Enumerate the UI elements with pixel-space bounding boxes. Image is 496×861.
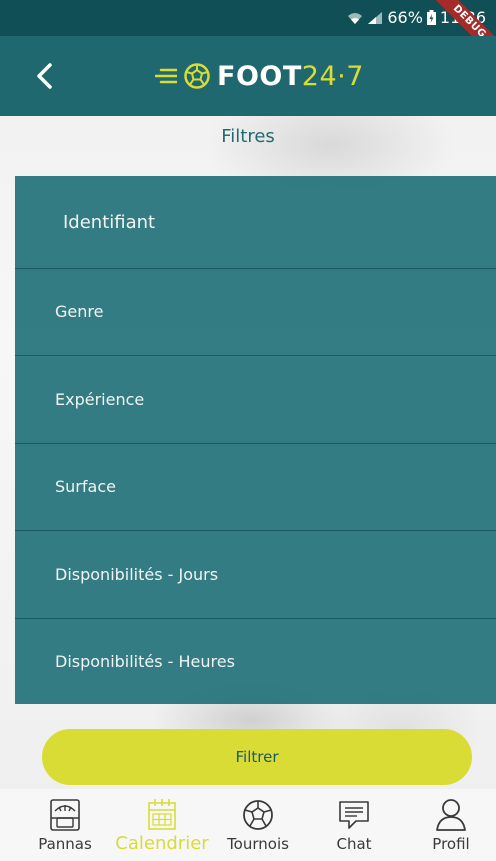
nav-item-calendrier[interactable]: Calendrier	[112, 789, 212, 861]
filter-submit-button[interactable]: Filtrer	[42, 729, 472, 785]
filter-item-identifiant[interactable]: Identifiant	[15, 176, 496, 269]
nav-label: Calendrier	[115, 833, 209, 854]
speed-lines-icon	[155, 68, 177, 84]
person-icon	[436, 799, 466, 831]
filter-item-jours[interactable]: Disponibilités - Jours	[15, 531, 496, 619]
filter-label: Surface	[55, 477, 116, 496]
filter-list: Identifiant Genre Expérience Surface Dis…	[15, 176, 496, 704]
filter-label: Genre	[55, 302, 104, 321]
bottom-nav: Pannas Calendrier Tournois Chat Profil	[0, 789, 496, 861]
nav-label: Profil	[432, 835, 470, 853]
filter-label: Expérience	[55, 390, 145, 409]
app-logo: FOOT24·7	[155, 58, 364, 94]
filter-label: Disponibilités - Heures	[55, 652, 235, 671]
status-bar: 66% 11:36 DEBUG	[0, 0, 496, 67]
soccer-ball-icon	[243, 800, 273, 830]
page-title: Filtres	[221, 126, 275, 147]
logo-ball-icon	[184, 63, 210, 89]
nav-item-chat[interactable]: Chat	[318, 789, 390, 861]
battery-icon	[426, 10, 436, 25]
chat-icon	[339, 801, 369, 829]
nav-item-tournois[interactable]: Tournois	[222, 789, 294, 861]
filter-item-experience[interactable]: Expérience	[15, 356, 496, 444]
logo-text: FOOT24·7	[217, 61, 364, 92]
nav-label: Chat	[336, 835, 372, 853]
nav-item-pannas[interactable]: Pannas	[30, 789, 100, 861]
panna-cage-icon	[50, 799, 80, 831]
wifi-icon	[348, 12, 363, 24]
filter-label: Disponibilités - Jours	[55, 565, 219, 584]
filter-item-surface[interactable]: Surface	[15, 443, 496, 531]
app-bar: FOOT24·7	[0, 36, 496, 116]
battery-percent: 66%	[387, 8, 423, 27]
nav-item-profil[interactable]: Profil	[418, 789, 484, 861]
back-button[interactable]	[22, 56, 66, 96]
filter-label: Identifiant	[63, 211, 156, 233]
nav-label: Tournois	[227, 835, 289, 853]
logo-word: FOOT	[217, 60, 302, 92]
chevron-left-icon	[37, 63, 52, 89]
calendar-icon	[148, 799, 176, 830]
filter-item-heures[interactable]: Disponibilités - Heures	[15, 618, 496, 705]
filter-item-genre[interactable]: Genre	[15, 268, 496, 356]
signal-icon	[368, 11, 383, 24]
nav-label: Pannas	[38, 835, 92, 853]
logo-number: 24·7	[301, 60, 364, 92]
